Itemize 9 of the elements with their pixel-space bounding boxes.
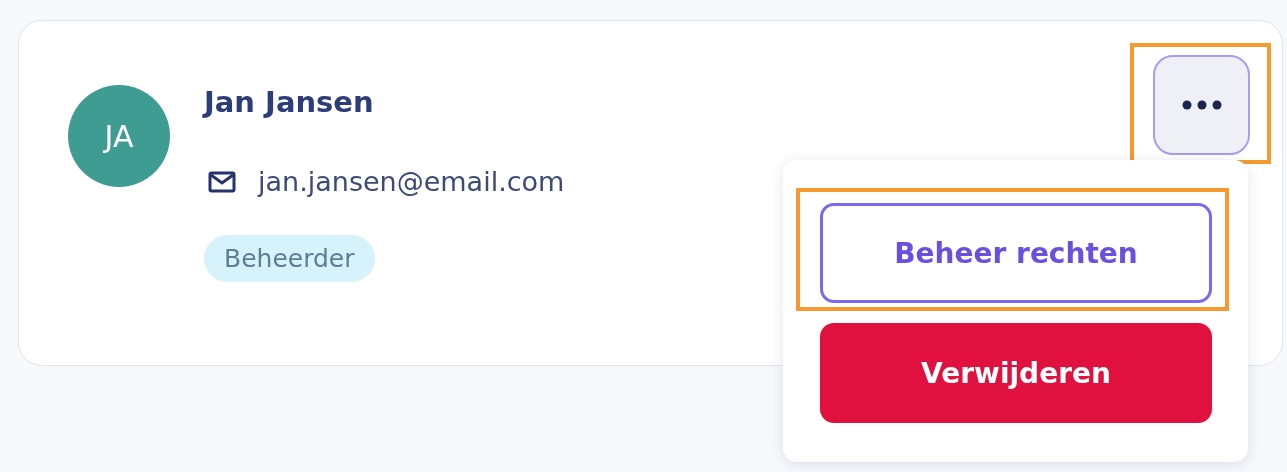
avatar: JA (68, 85, 170, 187)
more-button[interactable] (1153, 55, 1250, 155)
user-email: jan.jansen@email.com (258, 166, 565, 197)
menu-item[interactable]: Beheer rechten (820, 203, 1212, 303)
more-icon (1181, 100, 1222, 110)
mail-icon (208, 169, 236, 194)
menu-item[interactable]: Verwijderen (820, 323, 1212, 423)
role-badge: Beheerder (204, 235, 375, 282)
user-name: Jan Jansen (204, 84, 374, 121)
